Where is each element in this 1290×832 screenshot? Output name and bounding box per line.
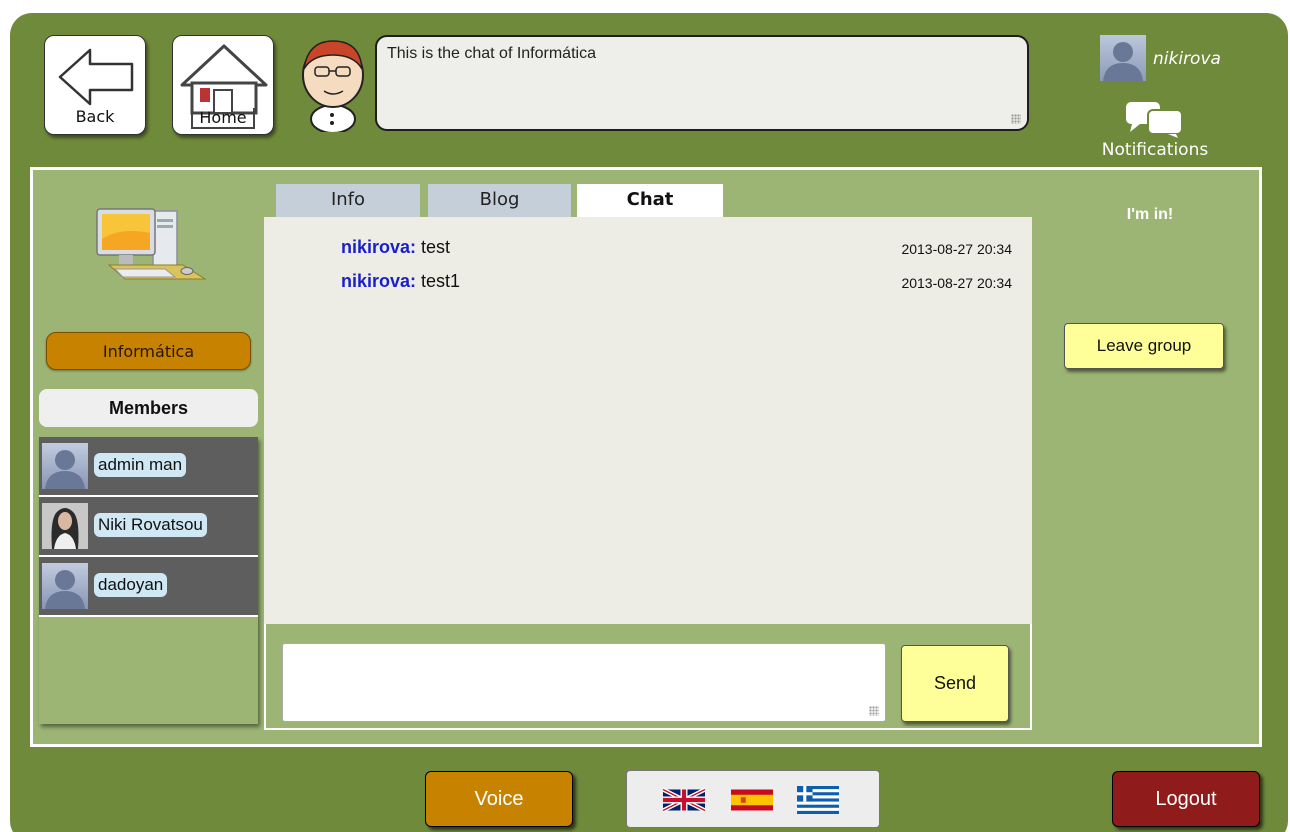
chat-message-user: nikirova: [341, 237, 417, 257]
username: nikirova [1153, 49, 1221, 69]
chat-message-text: test [416, 237, 451, 257]
member-name: dadoyan [94, 573, 168, 597]
chat-message: nikirova: test1 [341, 271, 460, 292]
home-label: Home [191, 108, 255, 129]
notifications-label: Notifications [1101, 140, 1209, 160]
current-user[interactable]: nikirova [1100, 35, 1240, 83]
member-item[interactable]: admin man [39, 437, 258, 497]
chat-message: nikirova: test [341, 237, 450, 258]
tab-blog[interactable]: Blog [428, 184, 571, 217]
leave-group-button[interactable]: Leave group [1064, 323, 1224, 369]
tab-chat[interactable]: Chat [577, 184, 723, 217]
voice-button[interactable]: Voice [425, 771, 573, 827]
greece-flag-icon[interactable] [797, 785, 839, 815]
photo-avatar-icon [42, 503, 88, 549]
membership-status: I'm in! [1126, 206, 1174, 223]
group-name-button[interactable]: Informática [46, 332, 251, 370]
member-item[interactable]: Niki Rovatsou [39, 497, 258, 557]
spain-flag-icon[interactable] [731, 785, 773, 815]
back-arrow-icon [58, 48, 134, 106]
tab-info[interactable]: Info [276, 184, 420, 217]
member-name: admin man [94, 453, 187, 477]
home-button[interactable]: Home [172, 35, 274, 135]
default-avatar-icon [42, 443, 88, 489]
message-input[interactable] [282, 643, 886, 722]
logout-button[interactable]: Logout [1112, 771, 1260, 827]
chat-messages: nikirova: test 2013-08-27 20:34 nikirova… [264, 217, 1032, 624]
members-list: admin man Niki Rovatsou dadoyan [39, 437, 258, 724]
member-name: Niki Rovatsou [94, 513, 207, 537]
resize-grip-icon [1011, 114, 1021, 124]
user-avatar-icon [1100, 35, 1146, 81]
speech-bubble: This is the chat of Informática [375, 35, 1029, 131]
chat-message-text: test1 [416, 271, 461, 291]
resize-grip-icon [869, 706, 879, 716]
computer-icon [96, 208, 207, 280]
member-item[interactable]: dadoyan [39, 557, 258, 617]
assistant-avatar-icon [302, 40, 364, 132]
default-avatar-icon [42, 563, 88, 609]
back-button[interactable]: Back [44, 35, 146, 135]
back-label: Back [75, 107, 115, 126]
language-selector [626, 770, 880, 828]
send-button[interactable]: Send [901, 645, 1009, 722]
chat-message-time: 2013-08-27 20:34 [901, 241, 1012, 257]
chat-message-user: nikirova: [341, 271, 417, 291]
uk-flag-icon[interactable] [663, 785, 705, 815]
chat-bubbles-icon [1126, 102, 1183, 138]
speech-text: This is the chat of Informática [387, 45, 596, 62]
notifications-button[interactable]: Notifications [1090, 100, 1220, 160]
members-heading: Members [39, 389, 258, 427]
chat-message-time: 2013-08-27 20:34 [901, 275, 1012, 291]
